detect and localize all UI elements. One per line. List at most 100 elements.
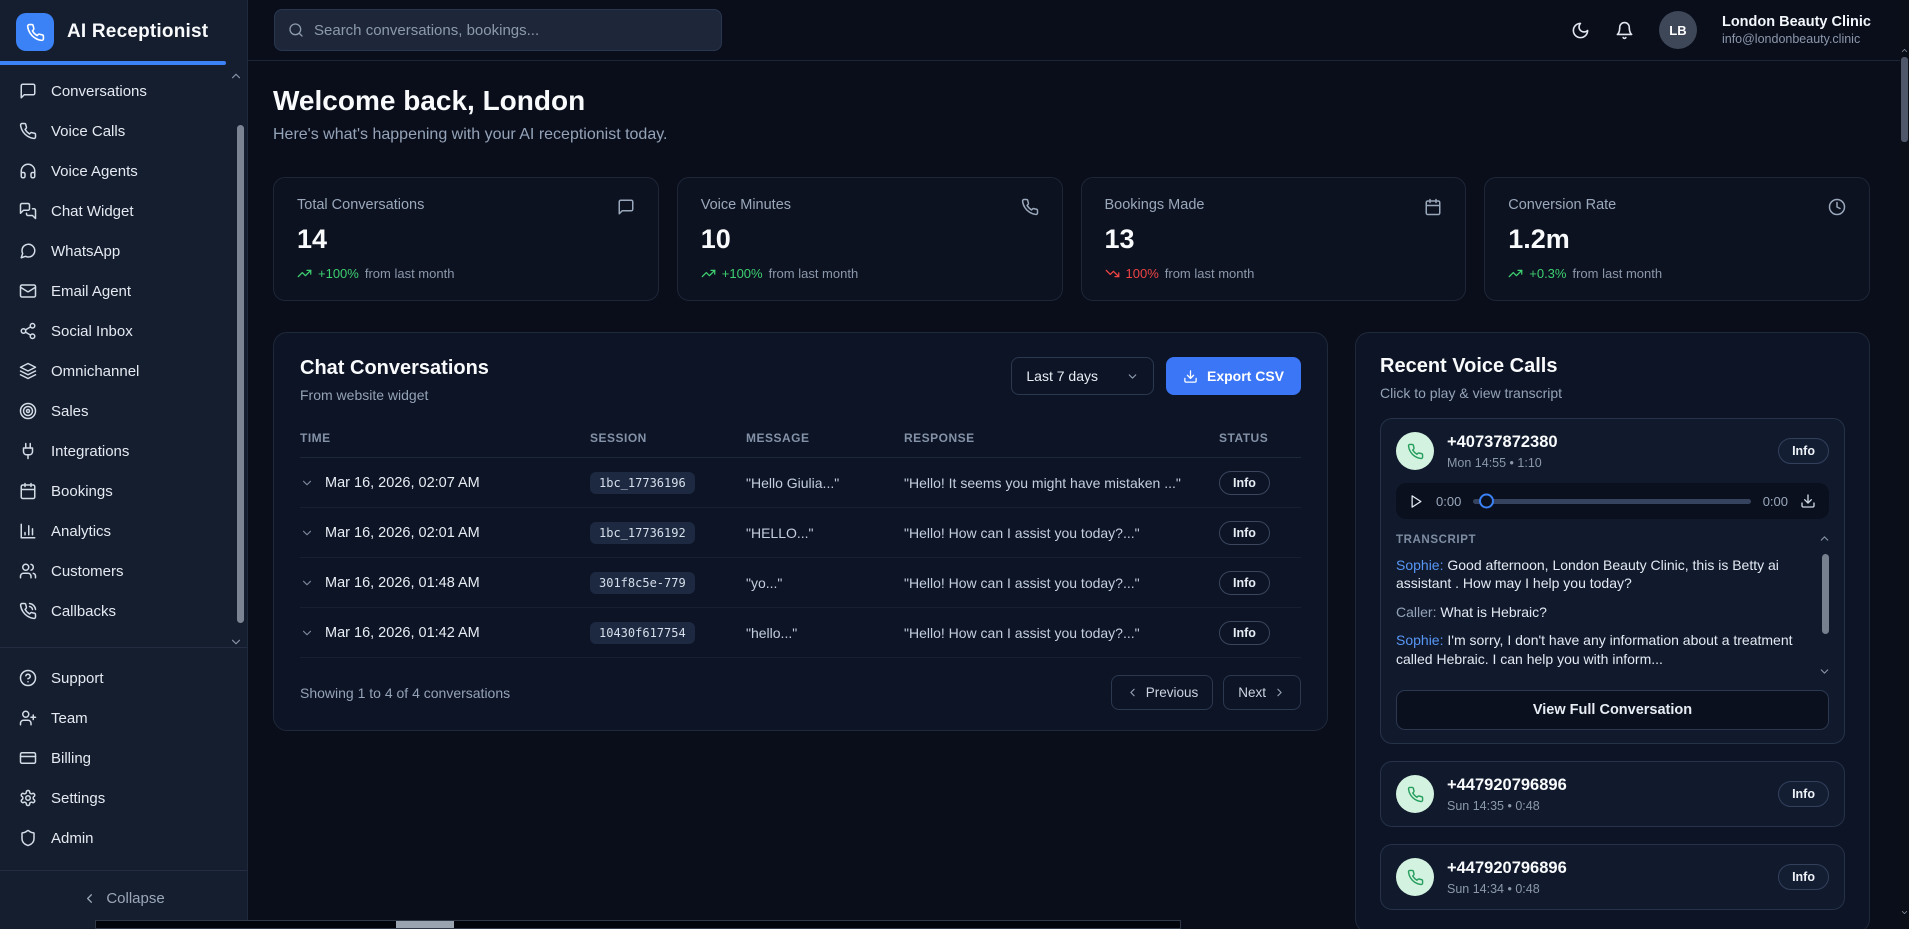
row-info-button[interactable]: Info: [1219, 521, 1270, 545]
sidebar-item-team[interactable]: Team: [0, 698, 247, 738]
avatar[interactable]: LB: [1659, 11, 1697, 49]
vertical-scrollbar-thumb[interactable]: [1901, 57, 1908, 142]
row-time: Mar 16, 2026, 02:01 AM: [325, 525, 480, 541]
sidebar-item-voice-agents[interactable]: Voice Agents: [0, 151, 247, 191]
stat-label: Voice Minutes: [701, 197, 791, 213]
audio-player: 0:00 0:00: [1396, 483, 1829, 519]
row-message: "yo...": [746, 575, 904, 591]
table-row[interactable]: Mar 16, 2026, 02:01 AM 1bc_17736192 "HEL…: [300, 508, 1301, 558]
page-vertical-scrollbar[interactable]: [1900, 0, 1909, 929]
stat-value: 10: [701, 224, 1039, 255]
stat-trend-suffix: from last month: [365, 266, 455, 281]
row-expand-chevron-icon[interactable]: [300, 526, 314, 540]
call-info-button[interactable]: Info: [1778, 438, 1829, 464]
plug-icon: [19, 442, 37, 460]
transcript-scrollbar-thumb[interactable]: [1822, 554, 1829, 634]
headphones-icon: [19, 162, 37, 180]
sidebar-item-conversations[interactable]: Conversations: [0, 71, 247, 111]
phone-icon: [1407, 786, 1424, 803]
sidebar-item-label: Bookings: [51, 483, 113, 500]
sidebar-item-social-inbox[interactable]: Social Inbox: [0, 311, 247, 351]
global-search[interactable]: [274, 9, 722, 51]
row-message: "HELLO...": [746, 525, 904, 541]
nav-scroll-down-icon[interactable]: [229, 635, 243, 649]
audio-seek-slider[interactable]: [1473, 499, 1750, 504]
previous-page-button[interactable]: Previous: [1111, 675, 1214, 710]
transcript-scroll-down-icon[interactable]: [1818, 665, 1831, 678]
download-audio-button[interactable]: [1800, 493, 1816, 509]
call-avatar: [1396, 432, 1434, 470]
sidebar-scrollbar-thumb[interactable]: [237, 125, 244, 623]
slider-knob[interactable]: [1479, 494, 1494, 509]
chat-panel-subtitle: From website widget: [300, 387, 489, 403]
topbar: LB London Beauty Clinic info@londonbeaut…: [248, 0, 1909, 61]
sidebar-item-callbacks[interactable]: Callbacks: [0, 591, 247, 631]
sidebar-item-chat-widget[interactable]: Chat Widget: [0, 191, 247, 231]
chevron-left-icon: [1126, 686, 1139, 699]
voice-call-card[interactable]: +447920796896 Sun 14:34 • 0:48 Info: [1380, 844, 1845, 910]
row-info-button[interactable]: Info: [1219, 571, 1270, 595]
row-expand-chevron-icon[interactable]: [300, 576, 314, 590]
sidebar-item-customers[interactable]: Customers: [0, 551, 247, 591]
sidebar-item-voice-calls[interactable]: Voice Calls: [0, 111, 247, 151]
dark-mode-toggle[interactable]: [1571, 21, 1590, 40]
sidebar-item-settings[interactable]: Settings: [0, 778, 247, 818]
sidebar-item-admin[interactable]: Admin: [0, 818, 247, 858]
row-info-button[interactable]: Info: [1219, 471, 1270, 495]
page-title: Welcome back, London: [273, 85, 1870, 117]
horizontal-scrollbar-thumb[interactable]: [396, 921, 454, 928]
export-csv-button[interactable]: Export CSV: [1166, 357, 1301, 395]
row-info-button[interactable]: Info: [1219, 621, 1270, 645]
voice-call-card[interactable]: +447920796896 Sun 14:35 • 0:48 Info: [1380, 761, 1845, 827]
call-meta: Sun 14:35 • 0:48: [1447, 799, 1567, 813]
transcript-scroll-up-icon[interactable]: [1818, 532, 1831, 545]
main-area: LB London Beauty Clinic info@londonbeaut…: [248, 0, 1909, 929]
sidebar-item-email-agent[interactable]: Email Agent: [0, 271, 247, 311]
notifications-button[interactable]: [1615, 21, 1634, 40]
sidebar-item-sales[interactable]: Sales: [0, 391, 247, 431]
collapse-label: Collapse: [106, 890, 164, 907]
sidebar-item-integrations[interactable]: Integrations: [0, 431, 247, 471]
target-icon: [19, 402, 37, 420]
call-info-button[interactable]: Info: [1778, 864, 1829, 890]
col-status: STATUS: [1219, 431, 1301, 445]
sidebar-item-label: Social Inbox: [51, 323, 133, 340]
table-row[interactable]: Mar 16, 2026, 02:07 AM 1bc_17736196 "Hel…: [300, 458, 1301, 508]
call-info-button[interactable]: Info: [1778, 781, 1829, 807]
sidebar-item-whatsapp[interactable]: WhatsApp: [0, 231, 247, 271]
page-horizontal-scrollbar[interactable]: [95, 920, 1181, 929]
phone-call-icon: [19, 602, 37, 620]
table-row[interactable]: Mar 16, 2026, 01:42 AM 10430f617754 "hel…: [300, 608, 1301, 658]
row-expand-chevron-icon[interactable]: [300, 626, 314, 640]
table-row[interactable]: Mar 16, 2026, 01:48 AM 301f8c5e-779 "yo.…: [300, 558, 1301, 608]
sidebar-item-bookings[interactable]: Bookings: [0, 471, 247, 511]
call-number: +40737872380: [1447, 433, 1558, 452]
scrollbar-up-arrow-icon[interactable]: [1900, 46, 1909, 55]
session-badge: 1bc_17736192: [590, 522, 695, 544]
sidebar-item-label: Chat Widget: [51, 203, 134, 220]
sidebar-item-support[interactable]: Support: [0, 658, 247, 698]
trending-down-icon: [1105, 266, 1120, 281]
stat-trend-value: +0.3%: [1529, 266, 1566, 281]
sidebar-item-omnichannel[interactable]: Omnichannel: [0, 351, 247, 391]
stat-card-total-conversations: Total Conversations 14 +100% from last m…: [273, 177, 659, 301]
next-page-button[interactable]: Next: [1223, 675, 1301, 710]
play-button[interactable]: [1409, 494, 1424, 509]
sidebar-item-label: Analytics: [51, 523, 111, 540]
col-session: SESSION: [590, 431, 746, 445]
stat-trend-suffix: from last month: [1572, 266, 1662, 281]
stat-label: Bookings Made: [1105, 197, 1205, 213]
user-block[interactable]: London Beauty Clinic info@londonbeauty.c…: [1722, 13, 1871, 48]
sidebar-item-analytics[interactable]: Analytics: [0, 511, 247, 551]
scrollbar-down-arrow-icon[interactable]: [1900, 908, 1909, 917]
app-logo: [16, 13, 54, 51]
nav-scroll-up-icon[interactable]: [229, 69, 243, 83]
sidebar-item-label: Conversations: [51, 83, 147, 100]
sidebar-item-billing[interactable]: Billing: [0, 738, 247, 778]
date-range-select[interactable]: Last 7 days: [1011, 357, 1154, 395]
view-full-conversation-button[interactable]: View Full Conversation: [1396, 690, 1829, 730]
search-input[interactable]: [314, 22, 708, 39]
row-expand-chevron-icon[interactable]: [300, 476, 314, 490]
voice-call-card-expanded[interactable]: +40737872380 Mon 14:55 • 1:10 Info 0:00: [1380, 418, 1845, 744]
message-square-icon: [617, 198, 635, 216]
